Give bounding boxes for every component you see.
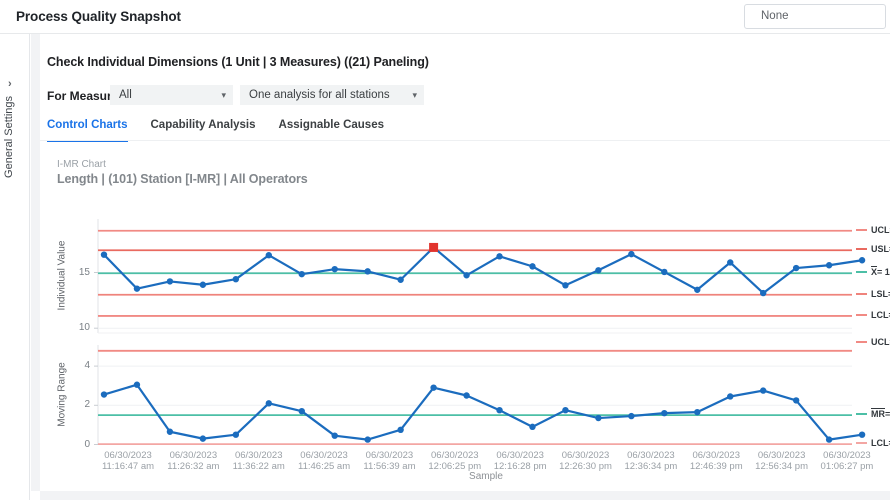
data-point[interactable] xyxy=(694,409,700,415)
data-point[interactable] xyxy=(332,432,338,438)
process-quality-snapshot-page: Process Quality Snapshot None › General … xyxy=(0,0,890,500)
data-point[interactable] xyxy=(397,427,403,433)
out-of-control-point[interactable] xyxy=(429,243,438,252)
data-point[interactable] xyxy=(463,392,469,398)
data-point[interactable] xyxy=(760,290,766,296)
data-point[interactable] xyxy=(101,251,107,257)
data-point[interactable] xyxy=(595,267,601,273)
data-point[interactable] xyxy=(167,429,173,435)
series-line xyxy=(104,247,862,293)
data-point[interactable] xyxy=(364,268,370,274)
data-point[interactable] xyxy=(529,424,535,430)
data-point[interactable] xyxy=(661,410,667,416)
data-point[interactable] xyxy=(793,397,799,403)
data-point[interactable] xyxy=(562,407,568,413)
data-point[interactable] xyxy=(134,285,140,291)
data-point[interactable] xyxy=(859,257,865,263)
data-point[interactable] xyxy=(332,266,338,272)
data-point[interactable] xyxy=(496,407,502,413)
data-point[interactable] xyxy=(463,272,469,278)
data-point[interactable] xyxy=(661,269,667,275)
data-point[interactable] xyxy=(266,252,272,258)
data-point[interactable] xyxy=(299,408,305,414)
data-point[interactable] xyxy=(266,400,272,406)
data-point[interactable] xyxy=(134,382,140,388)
data-point[interactable] xyxy=(101,391,107,397)
data-point[interactable] xyxy=(727,259,733,265)
data-point[interactable] xyxy=(562,282,568,288)
data-point[interactable] xyxy=(200,435,206,441)
data-point[interactable] xyxy=(727,393,733,399)
data-point[interactable] xyxy=(397,277,403,283)
data-point[interactable] xyxy=(826,436,832,442)
series-line xyxy=(104,385,862,440)
data-point[interactable] xyxy=(760,387,766,393)
data-point[interactable] xyxy=(430,384,436,390)
data-point[interactable] xyxy=(200,282,206,288)
data-point[interactable] xyxy=(628,251,634,257)
data-point[interactable] xyxy=(496,253,502,259)
data-point[interactable] xyxy=(859,432,865,438)
data-point[interactable] xyxy=(167,278,173,284)
data-point[interactable] xyxy=(529,263,535,269)
data-point[interactable] xyxy=(233,432,239,438)
data-point[interactable] xyxy=(595,415,601,421)
data-point[interactable] xyxy=(233,276,239,282)
data-point[interactable] xyxy=(826,262,832,268)
data-point[interactable] xyxy=(364,436,370,442)
data-point[interactable] xyxy=(694,287,700,293)
imr-chart xyxy=(0,0,890,500)
data-point[interactable] xyxy=(628,413,634,419)
data-point[interactable] xyxy=(793,265,799,271)
data-point[interactable] xyxy=(299,271,305,277)
